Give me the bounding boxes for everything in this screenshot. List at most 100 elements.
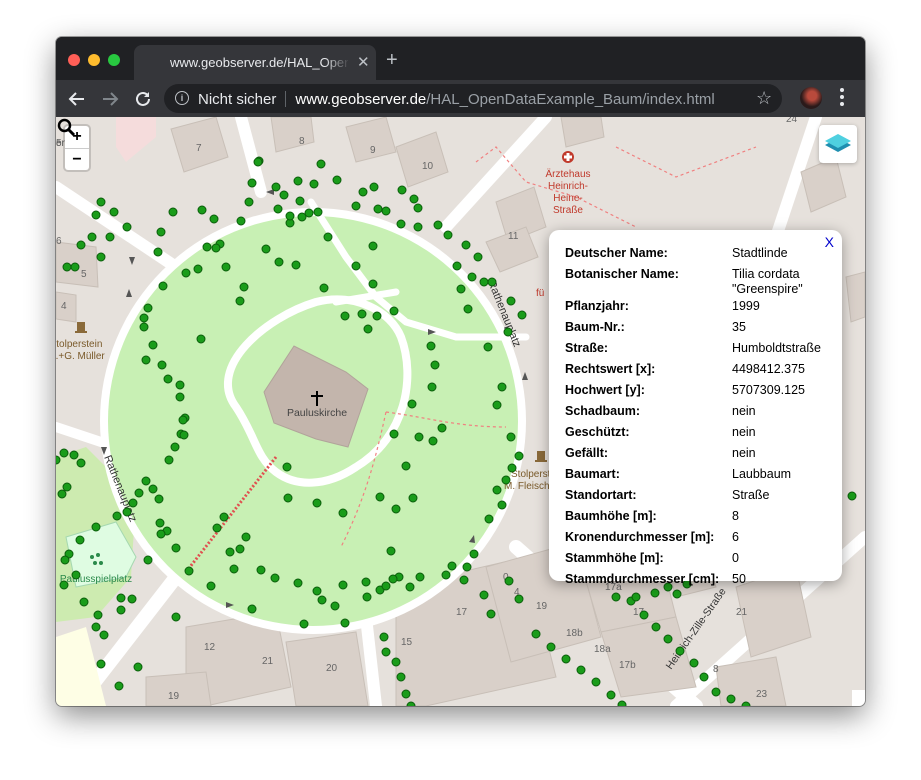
tree-marker[interactable] [397,185,407,195]
tree-marker[interactable] [847,491,857,501]
tree-marker[interactable] [134,488,144,498]
tree-marker[interactable] [362,592,372,602]
tree-marker[interactable] [675,646,685,656]
tree-marker[interactable] [309,179,319,189]
tree-marker[interactable] [109,207,119,217]
tree-marker[interactable] [504,576,514,586]
tree-marker[interactable] [219,512,229,522]
layer-switcher-button[interactable] [819,125,857,163]
tree-marker[interactable] [261,244,271,254]
tree-marker[interactable] [197,205,207,215]
tree-marker[interactable] [413,203,423,213]
tree-marker[interactable] [447,561,457,571]
tree-marker[interactable] [372,311,382,321]
tree-marker[interactable] [175,392,185,402]
tree-marker[interactable] [492,485,502,495]
tree-marker[interactable] [247,604,257,614]
tree-marker[interactable] [193,264,203,274]
browser-menu-icon[interactable] [840,88,844,109]
tree-marker[interactable] [467,272,477,282]
tree-marker[interactable] [430,360,440,370]
tree-marker[interactable] [497,500,507,510]
tree-marker[interactable] [413,222,423,232]
tree-marker[interactable] [76,240,86,250]
tree-marker[interactable] [726,694,736,704]
tree-marker[interactable] [427,382,437,392]
tree-marker[interactable] [133,662,143,672]
tree-marker[interactable] [211,243,221,253]
tree-marker[interactable] [492,400,502,410]
tree-marker[interactable] [91,210,101,220]
tree-marker[interactable] [99,630,109,640]
tree-marker[interactable] [60,555,70,565]
profile-avatar[interactable] [800,87,822,109]
tree-marker[interactable] [76,458,86,468]
tree-marker[interactable] [381,581,391,591]
address-bar[interactable]: i Nicht sicher www.geobserver.de/HAL_Open… [164,84,782,113]
tree-marker[interactable] [503,327,513,337]
tree-marker[interactable] [330,601,340,611]
tree-marker[interactable] [313,207,323,217]
info-icon[interactable]: i [175,91,189,105]
tree-marker[interactable] [112,511,122,521]
tree-marker[interactable] [244,197,254,207]
tree-marker[interactable] [170,442,180,452]
tree-marker[interactable] [391,657,401,667]
tree-marker[interactable] [437,423,447,433]
tree-marker[interactable] [401,461,411,471]
tree-marker[interactable] [163,374,173,384]
tree-marker[interactable] [456,284,466,294]
tree-marker[interactable] [415,572,425,582]
tree-marker[interactable] [428,436,438,446]
tree-marker[interactable] [96,252,106,262]
tree-marker[interactable] [312,498,322,508]
tree-marker[interactable] [299,619,309,629]
tree-marker[interactable] [332,175,342,185]
tree-marker[interactable] [79,597,89,607]
tree-marker[interactable] [202,242,212,252]
tree-marker[interactable] [517,310,527,320]
tree-marker[interactable] [389,429,399,439]
tree-marker[interactable] [368,279,378,289]
tree-marker[interactable] [479,590,489,600]
tree-marker[interactable] [401,689,411,699]
tree-marker[interactable] [361,577,371,587]
tree-marker[interactable] [181,268,191,278]
tree-marker[interactable] [59,448,69,458]
tab-close-icon[interactable]: ✕ [357,53,370,71]
tree-marker[interactable] [221,262,231,272]
tree-marker[interactable] [389,306,399,316]
tree-marker[interactable] [279,190,289,200]
tree-marker[interactable] [606,690,616,700]
tree-marker[interactable] [506,296,516,306]
tree-marker[interactable] [375,492,385,502]
tree-marker[interactable] [459,575,469,585]
tree-marker[interactable] [122,507,132,517]
tree-marker[interactable] [514,451,524,461]
tree-marker[interactable] [283,493,293,503]
tree-marker[interactable] [70,262,80,272]
tree-marker[interactable] [396,672,406,682]
tree-marker[interactable] [487,277,497,287]
browser-tab[interactable]: www.geobserver.de/HAL_OpenDataExample_Ba… [134,45,376,80]
tree-marker[interactable] [369,182,379,192]
tree-marker[interactable] [196,334,206,344]
tree-marker[interactable] [514,594,524,604]
tree-marker[interactable] [56,455,61,465]
tree-marker[interactable] [351,261,361,271]
close-window-button[interactable] [68,54,80,66]
tree-marker[interactable] [501,475,511,485]
tree-marker[interactable] [179,430,189,440]
tree-marker[interactable] [96,197,106,207]
tree-marker[interactable] [59,580,69,590]
tree-marker[interactable] [381,206,391,216]
map-viewport[interactable]: Pauluskirche Rathenauplatz Rathenauplatz… [56,117,865,706]
tree-marker[interactable] [473,252,483,262]
tree-marker[interactable] [672,589,682,599]
tree-marker[interactable] [75,535,85,545]
tree-marker[interactable] [164,455,174,465]
zoom-out-button[interactable]: − [65,149,89,171]
tree-marker[interactable] [497,382,507,392]
tree-marker[interactable] [741,701,751,706]
tree-marker[interactable] [93,610,103,620]
